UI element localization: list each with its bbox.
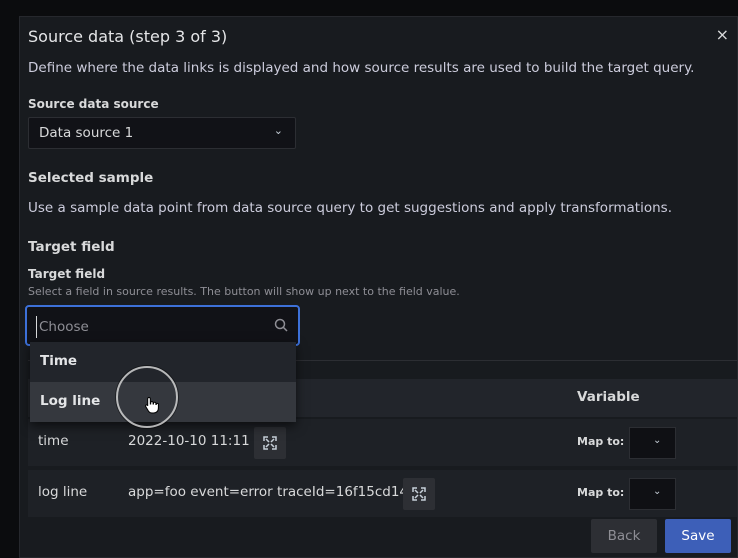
row-field-name: time — [38, 433, 69, 449]
target-field-input[interactable] — [36, 316, 261, 338]
modal-description: Define where the data links is displayed… — [28, 60, 695, 76]
table-row: log line app=foo event=error traceId=16f… — [28, 470, 737, 517]
expand-icon — [263, 436, 277, 450]
option-label: Log line — [40, 393, 101, 409]
row-field-value: app=foo event=error traceId=16f15cd14 — [128, 484, 409, 500]
close-icon[interactable]: × — [716, 25, 729, 44]
target-field-combobox[interactable] — [25, 305, 300, 346]
table-row: time 2022-10-10 11:11 Map to: ⌄ — [28, 419, 737, 466]
row-field-value: 2022-10-10 11:11 — [128, 433, 250, 449]
column-header-variable: Variable — [577, 389, 640, 405]
back-button[interactable]: Back — [591, 519, 657, 553]
target-field-hint: Select a field in source results. The bu… — [28, 285, 460, 298]
source-data-source-value: Data source 1 — [39, 125, 134, 141]
source-data-source-select[interactable]: Data source 1 ⌄ — [28, 117, 296, 149]
selected-sample-heading: Selected sample — [28, 170, 154, 186]
transform-button[interactable] — [254, 427, 286, 459]
variable-select[interactable]: ⌄ — [629, 478, 676, 510]
chevron-down-icon: ⌄ — [273, 124, 283, 137]
target-field-heading: Target field — [28, 239, 115, 255]
chevron-down-icon: ⌄ — [653, 486, 662, 497]
transform-button[interactable] — [403, 478, 435, 510]
map-to-label: Map to: — [577, 435, 625, 448]
selected-sample-text: Use a sample data point from data source… — [28, 200, 672, 216]
hand-cursor-icon — [145, 396, 159, 414]
search-icon — [274, 318, 288, 332]
row-field-name: log line — [38, 484, 88, 500]
target-field-label: Target field — [28, 267, 106, 281]
map-to-label: Map to: — [577, 486, 625, 499]
source-data-source-label: Source data source — [28, 97, 159, 111]
modal-title: Source data (step 3 of 3) — [28, 27, 228, 46]
chevron-down-icon: ⌄ — [653, 435, 662, 446]
option-label: Time — [40, 353, 78, 369]
variable-select[interactable]: ⌄ — [629, 427, 676, 459]
save-button[interactable]: Save — [665, 519, 731, 553]
expand-icon — [412, 487, 426, 501]
correlation-modal: Source data (step 3 of 3) × Define where… — [19, 16, 738, 558]
